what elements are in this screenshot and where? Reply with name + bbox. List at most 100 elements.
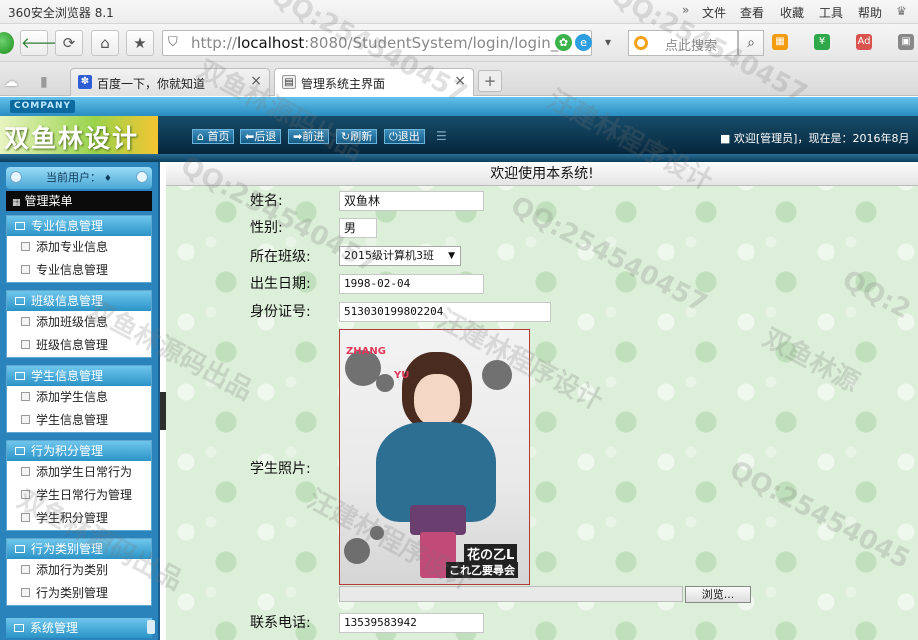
class-select[interactable]: 2015级计算机3班 ▼ bbox=[339, 246, 461, 266]
browser-logo-icon[interactable] bbox=[0, 32, 14, 54]
address-dropdown-icon[interactable]: ▾ bbox=[605, 35, 611, 49]
current-user-bar: 当前用户： ♦ bbox=[6, 167, 152, 189]
photo-circle bbox=[482, 360, 512, 390]
ad-block-icon[interactable]: Ad bbox=[856, 34, 872, 50]
group-class-header[interactable]: 班级信息管理 bbox=[7, 291, 151, 311]
search-engine-icon[interactable] bbox=[634, 36, 648, 50]
phone-label: 联系电话: bbox=[250, 615, 311, 631]
home-icon: ⌂ bbox=[197, 130, 204, 143]
photo-text-bottom: 花の乙L bbox=[464, 544, 518, 563]
apps-icon[interactable]: ▦ bbox=[772, 34, 788, 50]
nav-grip-icon: ☰ bbox=[436, 129, 447, 143]
search-button[interactable]: ⌕ bbox=[738, 30, 764, 56]
browser-title-bar: 360安全浏览器 8.1 » 文件 查看 收藏 工具 帮助 ♛ bbox=[0, 0, 918, 24]
photo-file-path[interactable] bbox=[339, 586, 683, 602]
arrow-right-icon: ➡ bbox=[293, 130, 303, 143]
phone-input[interactable]: 13539583942 bbox=[339, 613, 484, 633]
address-bar[interactable]: ⛉ http://localhost:8080/StudentSystem/lo… bbox=[162, 30, 592, 56]
tab-baidu-label: 百度一下，你就知道 bbox=[97, 77, 206, 91]
tab-baidu[interactable]: ✽ 百度一下，你就知道 × bbox=[70, 68, 270, 96]
item-icon bbox=[21, 340, 30, 349]
menu-favorites[interactable]: 收藏 bbox=[780, 4, 804, 21]
group-major-header[interactable]: 专业信息管理 bbox=[7, 216, 151, 236]
main-content: 欢迎使用本系统! 姓名: 双鱼林 性别: 男 所在班级: 2015级计算机3班 … bbox=[166, 162, 918, 640]
group-behavior-type: 行为类别管理 添加行为类别 行为类别管理 bbox=[6, 538, 152, 606]
current-user-label: 当前用户： bbox=[46, 171, 102, 184]
group-system-header[interactable]: 系统管理 bbox=[6, 618, 152, 638]
address-url[interactable]: http://localhost:8080/StudentSystem/logi… bbox=[191, 34, 569, 52]
birth-label: 出生日期: bbox=[250, 276, 311, 292]
tab-main-system[interactable]: ▤ 管理系统主界面 × bbox=[274, 68, 474, 96]
sidebar-item-manage-student[interactable]: 学生信息管理 bbox=[7, 409, 151, 432]
photo-text-top: ZHANG bbox=[346, 346, 386, 357]
item-icon bbox=[21, 392, 30, 401]
group-class: 班级信息管理 添加班级信息 班级信息管理 bbox=[6, 290, 152, 358]
group-student: 学生信息管理 添加学生信息 学生信息管理 bbox=[6, 365, 152, 433]
photo-text-bottom2: これ乙要尋会 bbox=[446, 562, 518, 578]
sidebar-item-add-major[interactable]: 添加专业信息 bbox=[7, 236, 151, 259]
class-select-value: 2015级计算机3班 bbox=[344, 249, 434, 262]
pin-icon bbox=[136, 171, 148, 183]
more-tools-icon[interactable]: ▣ bbox=[898, 34, 914, 50]
id-number-input[interactable]: 513030199802204 bbox=[339, 302, 551, 322]
sidebar-item-manage-daily-behavior[interactable]: 学生日常行为管理 bbox=[7, 484, 151, 507]
group-student-header[interactable]: 学生信息管理 bbox=[7, 366, 151, 386]
sidebar-scroll-handle[interactable] bbox=[147, 620, 155, 634]
folder-icon bbox=[15, 446, 25, 455]
tab-list-icon[interactable]: ▮ bbox=[40, 74, 48, 90]
arrow-left-icon: ⬅ bbox=[245, 130, 255, 143]
group-behavior-type-header[interactable]: 行为类别管理 bbox=[7, 539, 151, 559]
browser-skin-icon[interactable]: ♛ bbox=[896, 4, 907, 18]
menu-tools[interactable]: 工具 bbox=[819, 4, 843, 21]
sidebar-item-manage-major[interactable]: 专业信息管理 bbox=[7, 259, 151, 282]
menu-overflow-icon[interactable]: » bbox=[682, 3, 689, 17]
nav-logout-button[interactable]: ⏻退出 bbox=[384, 129, 425, 144]
ie-mode-icon[interactable]: e bbox=[575, 34, 592, 51]
class-label: 所在班级: bbox=[250, 249, 311, 265]
menu-file[interactable]: 文件 bbox=[702, 4, 726, 21]
reload-button[interactable]: ⟳ bbox=[55, 30, 83, 56]
grid-icon: ▦ bbox=[12, 198, 21, 208]
new-tab-button[interactable]: + bbox=[478, 70, 502, 92]
nav-back-button[interactable]: ⬅后退 bbox=[240, 129, 282, 144]
photo-text-mid: YU bbox=[394, 370, 410, 381]
photo-circle bbox=[376, 374, 394, 392]
name-input[interactable]: 双鱼林 bbox=[339, 191, 484, 211]
birth-date-input[interactable]: 1998-02-04 bbox=[339, 274, 484, 294]
money-shield-icon[interactable]: ¥ bbox=[814, 34, 830, 50]
sidebar-item-add-behavior-type[interactable]: 添加行为类别 bbox=[7, 559, 151, 582]
item-icon bbox=[21, 265, 30, 274]
nav-refresh-button[interactable]: ↻刷新 bbox=[336, 129, 378, 144]
photo-circle bbox=[370, 526, 384, 540]
item-icon bbox=[21, 242, 30, 251]
gender-input[interactable]: 男 bbox=[339, 218, 377, 238]
security-shield-icon: ⛉ bbox=[168, 35, 178, 50]
menu-help[interactable]: 帮助 bbox=[858, 4, 882, 21]
group-major: 专业信息管理 添加专业信息 专业信息管理 bbox=[6, 215, 152, 283]
sidebar-item-manage-behavior-type[interactable]: 行为类别管理 bbox=[7, 582, 151, 605]
menu-view[interactable]: 查看 bbox=[740, 4, 764, 21]
sidebar-item-manage-points[interactable]: 学生积分管理 bbox=[7, 507, 151, 530]
browse-button[interactable]: 浏览... bbox=[685, 586, 751, 603]
sidebar-item-add-daily-behavior[interactable]: 添加学生日常行为 bbox=[7, 461, 151, 484]
gender-label: 性别: bbox=[250, 220, 283, 236]
compat-mode-icon[interactable]: ✿ bbox=[555, 34, 572, 51]
app-logo: 双鱼林设计 bbox=[0, 116, 158, 154]
sidebar-item-add-class[interactable]: 添加班级信息 bbox=[7, 311, 151, 334]
sidebar-item-add-student[interactable]: 添加学生信息 bbox=[7, 386, 151, 409]
sidebar-item-manage-class[interactable]: 班级信息管理 bbox=[7, 334, 151, 357]
tab-close-icon[interactable]: × bbox=[454, 73, 466, 89]
home-button[interactable]: ⌂ bbox=[91, 30, 119, 56]
search-box[interactable]: 点此搜索 bbox=[628, 30, 738, 56]
photo-circle bbox=[344, 538, 370, 564]
favorite-star-button[interactable]: ★ bbox=[126, 30, 154, 56]
cloud-icon[interactable]: ☁ bbox=[4, 74, 18, 90]
search-placeholder[interactable]: 点此搜索 bbox=[665, 35, 717, 54]
nav-home-button[interactable]: ⌂ 首页 bbox=[192, 129, 235, 144]
power-icon: ⏻ bbox=[389, 130, 398, 143]
nav-forward-button[interactable]: ➡前进 bbox=[288, 129, 330, 144]
folder-icon bbox=[15, 371, 25, 380]
tab-close-icon[interactable]: × bbox=[250, 73, 262, 89]
back-button[interactable]: 🡐 bbox=[20, 30, 61, 56]
group-behavior-points-header[interactable]: 行为积分管理 bbox=[7, 441, 151, 461]
